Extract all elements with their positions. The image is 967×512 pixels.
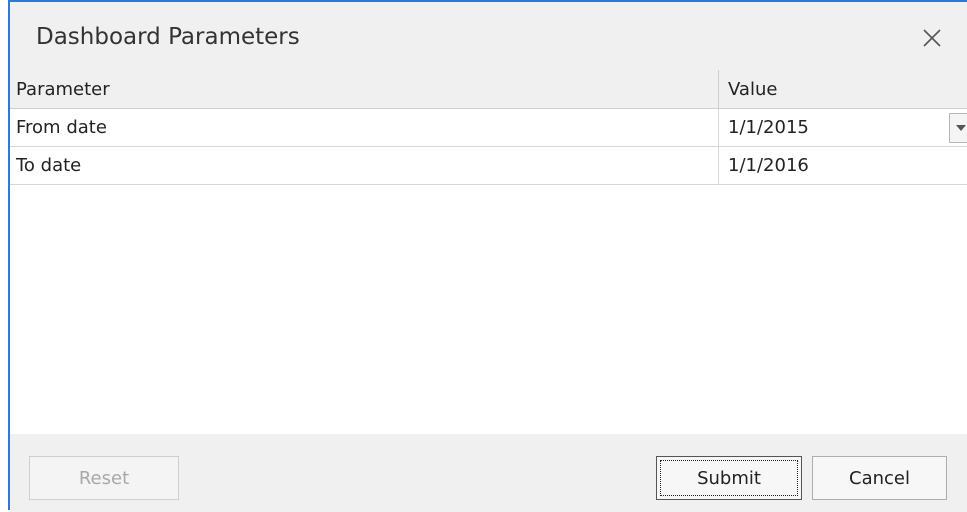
- table-row[interactable]: From date 1/1/2015: [10, 109, 967, 147]
- reset-button[interactable]: Reset: [29, 456, 179, 500]
- column-header-value[interactable]: Value: [719, 70, 967, 109]
- chevron-down-icon: [956, 125, 966, 131]
- table-row[interactable]: To date 1/1/2016: [10, 147, 967, 185]
- parameters-grid: Parameter Value From date 1/1/2015 To da…: [10, 70, 967, 435]
- parameter-name-cell: From date: [10, 109, 719, 146]
- dialog-footer: Reset Submit Cancel: [10, 434, 967, 512]
- grid-header-row: Parameter Value: [10, 70, 967, 109]
- dialog-titlebar: Dashboard Parameters: [10, 2, 967, 70]
- parameter-name-cell: To date: [10, 147, 719, 184]
- cancel-button[interactable]: Cancel: [812, 456, 947, 500]
- dashboard-parameters-dialog: Dashboard Parameters Parameter Value Fro…: [8, 0, 967, 512]
- to-date-value-cell[interactable]: 1/1/2016: [719, 147, 967, 184]
- dialog-title: Dashboard Parameters: [36, 24, 300, 50]
- from-date-dropdown-button[interactable]: [949, 113, 967, 143]
- submit-button[interactable]: Submit: [656, 456, 802, 500]
- close-button[interactable]: [918, 24, 946, 52]
- column-header-parameter[interactable]: Parameter: [10, 70, 719, 109]
- from-date-value-cell[interactable]: 1/1/2015: [719, 109, 967, 146]
- close-icon: [923, 29, 941, 47]
